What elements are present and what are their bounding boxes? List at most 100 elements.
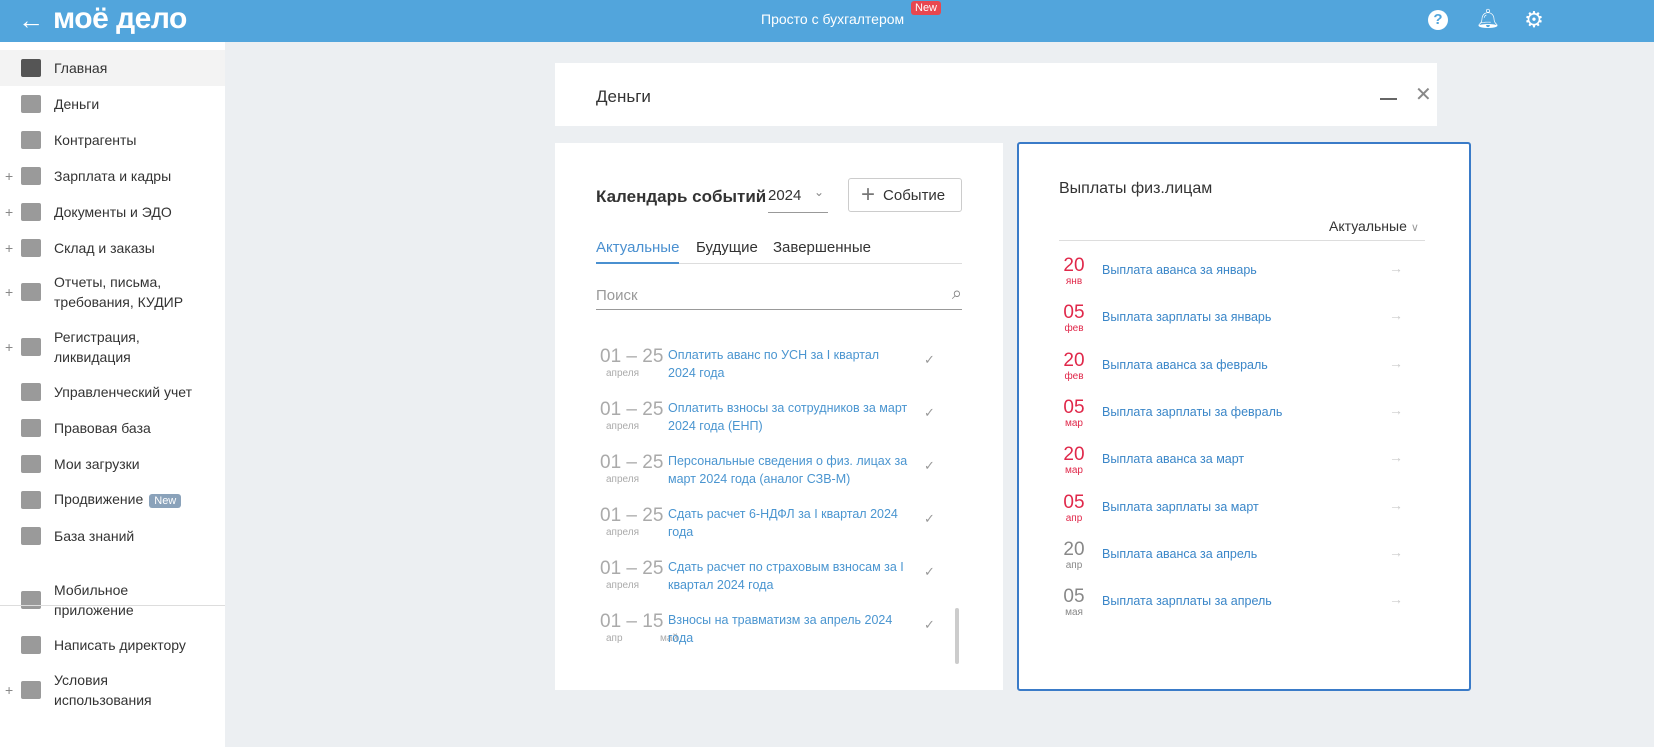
year-select[interactable]: 2024 ⌄ bbox=[768, 185, 828, 213]
sidebar-item[interactable]: База знаний bbox=[0, 518, 225, 554]
check-icon[interactable]: ✓ bbox=[924, 564, 935, 580]
close-button[interactable]: ✕ bbox=[1415, 82, 1432, 107]
sidebar-item[interactable]: Мобильное приложение bbox=[0, 576, 225, 624]
registration-icon bbox=[21, 338, 41, 356]
ruble-icon bbox=[21, 383, 41, 401]
sidebar-item[interactable]: Управленческий учет bbox=[0, 374, 225, 410]
sidebar-item[interactable]: + Зарплата и кадры bbox=[0, 158, 225, 194]
promo-link[interactable]: Просто с бухгалтером bbox=[761, 11, 904, 27]
sidebar-item-label: Регистрация, ликвидация bbox=[54, 329, 140, 365]
check-icon[interactable]: ✓ bbox=[924, 458, 935, 474]
check-icon[interactable]: ✓ bbox=[924, 617, 935, 633]
arrow-right-icon[interactable]: → bbox=[1389, 497, 1403, 513]
sidebar-item[interactable]: Написать директору bbox=[0, 627, 225, 663]
payment-item[interactable]: 20 мар Выплата аванса за март → bbox=[1059, 445, 1425, 485]
event-link[interactable]: Оплатить аванс по УСН за I квартал 2024 … bbox=[668, 346, 908, 382]
report-icon bbox=[21, 283, 41, 301]
arrow-right-icon[interactable]: → bbox=[1389, 355, 1403, 371]
payment-item[interactable]: 20 фев Выплата аванса за февраль → bbox=[1059, 350, 1425, 391]
logo[interactable]: моё дело bbox=[53, 2, 187, 36]
sidebar-item[interactable]: Мои загрузки bbox=[0, 446, 225, 482]
sidebar-item[interactable]: Контрагенты bbox=[0, 122, 225, 158]
payment-item[interactable]: 05 апр Выплата зарплаты за март → bbox=[1059, 492, 1425, 533]
sidebar-item[interactable]: Главная bbox=[0, 50, 225, 86]
sidebar-item[interactable]: Правовая база bbox=[0, 410, 225, 446]
event-item[interactable]: 01 – 25 апреля Оплатить взносы за сотруд… bbox=[596, 399, 936, 449]
back-arrow-icon[interactable]: ← bbox=[18, 5, 44, 36]
event-link[interactable]: Сдать расчет 6-НДФЛ за I квартал 2024 го… bbox=[668, 505, 908, 541]
tab-completed[interactable]: Завершенные bbox=[773, 239, 871, 264]
arrow-right-icon[interactable]: → bbox=[1389, 449, 1403, 465]
add-event-label: Событие bbox=[883, 186, 946, 204]
payment-link[interactable]: Выплата аванса за январь bbox=[1102, 263, 1257, 277]
sidebar-item[interactable]: Продвижение New bbox=[0, 482, 225, 518]
event-item[interactable]: 01 – 15 апр май Взносы на травматизм за … bbox=[596, 611, 936, 661]
mobile-icon bbox=[21, 591, 41, 609]
event-item[interactable]: 01 – 25 апреля Персональные сведения о ф… bbox=[596, 452, 936, 502]
payment-link[interactable]: Выплата зарплаты за март bbox=[1102, 500, 1259, 514]
folder-icon bbox=[21, 455, 41, 473]
sidebar-item[interactable]: + Условия использования bbox=[0, 666, 225, 714]
sidebar-item-label: Главная bbox=[54, 60, 108, 76]
check-icon[interactable]: ✓ bbox=[924, 511, 935, 527]
payment-link[interactable]: Выплата аванса за март bbox=[1102, 452, 1244, 466]
chart-icon bbox=[21, 491, 41, 509]
event-dates: 01 – 25 bbox=[600, 346, 664, 367]
payment-item[interactable]: 20 апр Выплата аванса за апрель → bbox=[1059, 539, 1425, 580]
help-icon[interactable]: ? bbox=[1428, 10, 1448, 30]
arrow-right-icon[interactable]: → bbox=[1389, 402, 1403, 418]
payment-item[interactable]: 05 фев Выплата зарплаты за январь → bbox=[1059, 303, 1425, 343]
tab-current[interactable]: Актуальные bbox=[596, 239, 680, 264]
payments-filter-dropdown[interactable]: Актуальные ∨ bbox=[1329, 218, 1419, 234]
bell-icon[interactable]: 🔔︎ bbox=[1476, 9, 1500, 31]
scrollbar[interactable] bbox=[955, 608, 959, 664]
payment-link[interactable]: Выплата аванса за апрель bbox=[1102, 547, 1257, 561]
folder-icon bbox=[21, 203, 41, 221]
arrow-right-icon[interactable]: → bbox=[1389, 591, 1403, 607]
expand-icon[interactable]: + bbox=[5, 168, 13, 184]
event-month: апреля bbox=[606, 368, 640, 379]
sidebar-item[interactable]: + Отчеты, письма, требования, КУДИР bbox=[0, 268, 225, 316]
minimize-button[interactable] bbox=[1380, 98, 1397, 100]
event-link[interactable]: Сдать расчет по страховым взносам за I к… bbox=[668, 558, 908, 594]
payment-link[interactable]: Выплата зарплаты за февраль bbox=[1102, 405, 1282, 419]
sidebar-item[interactable]: Деньги bbox=[0, 86, 225, 122]
divider bbox=[1059, 240, 1425, 241]
sidebar-item-label: Контрагенты bbox=[54, 132, 137, 148]
sidebar-item[interactable]: + Регистрация, ликвидация bbox=[0, 323, 225, 371]
event-link[interactable]: Оплатить взносы за сотрудников за март 2… bbox=[668, 399, 908, 435]
check-icon[interactable]: ✓ bbox=[924, 405, 935, 421]
payment-month: мая bbox=[1065, 607, 1083, 619]
payment-link[interactable]: Выплата аванса за февраль bbox=[1102, 358, 1268, 372]
arrow-right-icon[interactable]: → bbox=[1389, 544, 1403, 560]
event-link[interactable]: Взносы на травматизм за апрель 2024 года bbox=[668, 611, 908, 647]
filter-value: Актуальные bbox=[1329, 218, 1407, 234]
payment-item[interactable]: 20 янв Выплата аванса за январь → bbox=[1059, 256, 1425, 296]
event-month: апр bbox=[606, 633, 623, 644]
event-item[interactable]: 01 – 25 апреля Оплатить аванс по УСН за … bbox=[596, 346, 936, 396]
expand-icon[interactable]: + bbox=[5, 339, 13, 355]
payment-item[interactable]: 05 мая Выплата зарплаты за апрель → bbox=[1059, 587, 1425, 627]
payment-link[interactable]: Выплата зарплаты за апрель bbox=[1102, 594, 1272, 608]
expand-icon[interactable]: + bbox=[5, 284, 13, 300]
search-icon[interactable]: ⌕ bbox=[952, 283, 962, 304]
add-event-button[interactable]: + Событие bbox=[848, 178, 962, 212]
sidebar-item[interactable]: + Документы и ЭДО bbox=[0, 194, 225, 230]
check-icon[interactable]: ✓ bbox=[924, 352, 935, 368]
event-item[interactable]: 01 – 25 апреля Сдать расчет 6-НДФЛ за I … bbox=[596, 505, 936, 555]
arrow-right-icon[interactable]: → bbox=[1389, 307, 1403, 323]
expand-icon[interactable]: + bbox=[5, 240, 13, 256]
arrow-right-icon[interactable]: → bbox=[1389, 260, 1403, 276]
sidebar-item[interactable]: + Склад и заказы bbox=[0, 230, 225, 266]
tab-future[interactable]: Будущие bbox=[696, 239, 758, 264]
expand-icon[interactable]: + bbox=[5, 682, 13, 698]
payment-link[interactable]: Выплата зарплаты за январь bbox=[1102, 310, 1271, 324]
event-item[interactable]: 01 – 25 апреля Сдать расчет по страховым… bbox=[596, 558, 936, 608]
gear-icon[interactable]: ⚙ bbox=[1523, 9, 1545, 31]
event-link[interactable]: Персональные сведения о физ. лицах за ма… bbox=[668, 452, 908, 488]
search-input[interactable]: Поиск ⌕ bbox=[596, 283, 962, 310]
payment-item[interactable]: 05 мар Выплата зарплаты за февраль → bbox=[1059, 397, 1425, 438]
sidebar-item-label: Продвижение New bbox=[54, 489, 219, 511]
expand-icon[interactable]: + bbox=[5, 204, 13, 220]
new-badge: New bbox=[149, 494, 182, 508]
